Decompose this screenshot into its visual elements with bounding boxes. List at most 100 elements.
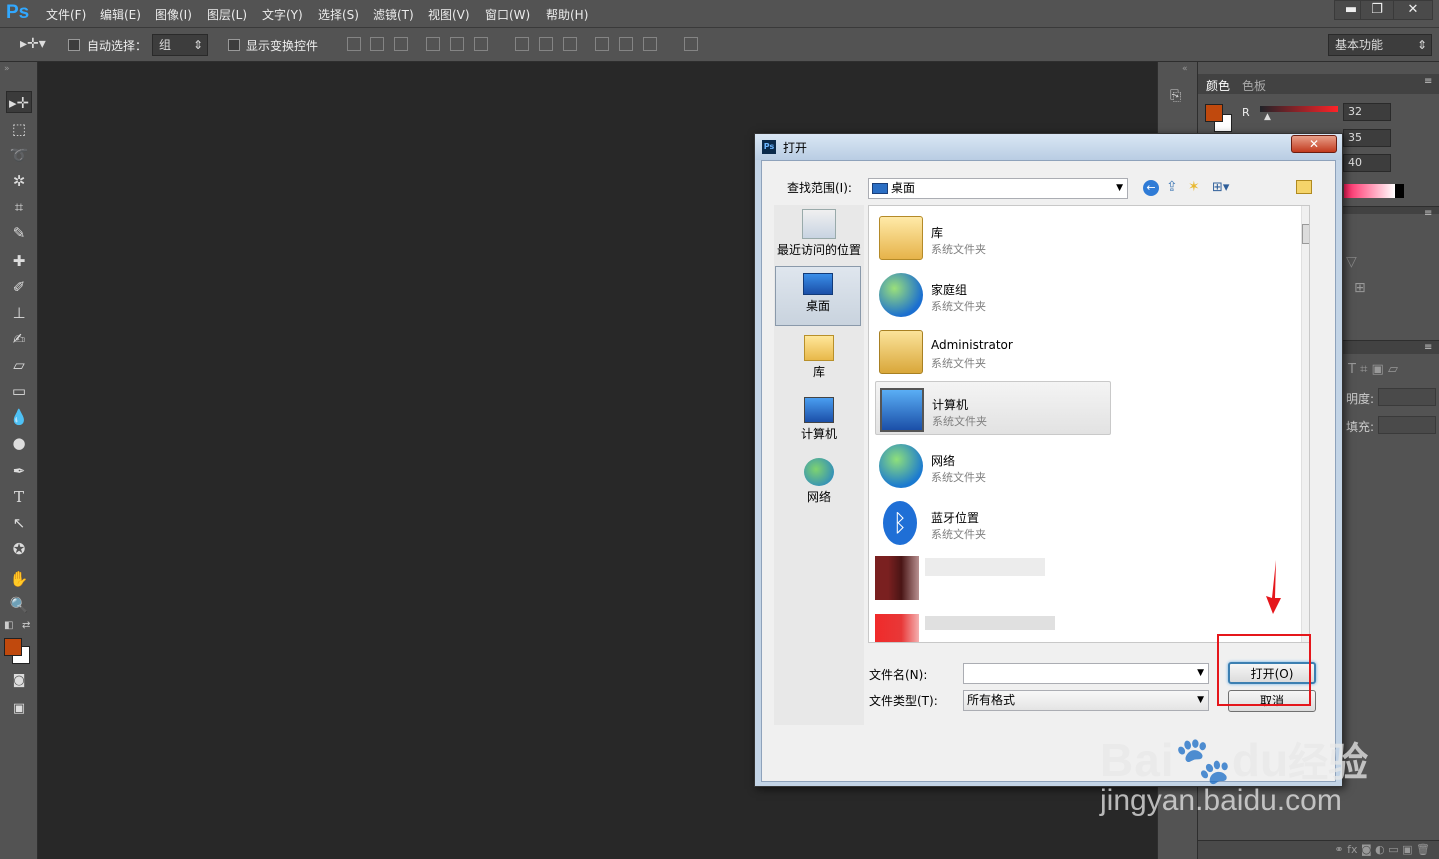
blurred-thumbnail[interactable] [875, 614, 919, 642]
new-folder-icon[interactable]: ✶ [1188, 179, 1200, 195]
panel-menu-icon[interactable]: ≡ [1424, 208, 1432, 219]
swap-colors-icon[interactable]: ⇄ [22, 620, 30, 631]
distribute-bottom-icon[interactable] [563, 37, 577, 51]
menu-image[interactable]: 图像(I) [155, 6, 192, 23]
blur-tool-icon[interactable]: 💧 [6, 406, 32, 428]
zoom-tool-icon[interactable]: 🔍 [6, 594, 32, 616]
auto-select-checkbox[interactable] [68, 39, 80, 51]
menu-window[interactable]: 窗口(W) [485, 6, 530, 23]
gradient-tool-icon[interactable]: ▭ [6, 380, 32, 402]
auto-select-dropdown[interactable]: 组 ⇕ [152, 34, 208, 56]
eyedropper-tool-icon[interactable]: ✎ [6, 222, 32, 244]
opacity-field[interactable] [1378, 388, 1436, 406]
place-network[interactable]: 网络 [776, 458, 862, 505]
scrollbar-thumb[interactable] [1302, 224, 1309, 244]
dodge-tool-icon[interactable]: ● [6, 432, 32, 454]
menu-filter[interactable]: 滤镜(T) [373, 6, 414, 23]
color-ramp[interactable] [1344, 184, 1404, 198]
menu-layer[interactable]: 图层(L) [207, 6, 247, 23]
align-bottom-icon[interactable] [394, 37, 408, 51]
marquee-tool-icon[interactable]: ⬚ [6, 118, 32, 140]
align-vcenter-icon[interactable] [370, 37, 384, 51]
list-item[interactable]: Administrator 系统文件夹 [875, 324, 1111, 378]
place-desktop[interactable]: 桌面 [775, 266, 861, 326]
blurred-thumbnail[interactable] [875, 556, 919, 600]
place-library[interactable]: 库 [776, 335, 862, 380]
tab-color[interactable]: 颜色 [1206, 77, 1230, 94]
restore-button[interactable]: ❐ [1360, 0, 1394, 20]
align-top-icon[interactable] [347, 37, 361, 51]
auto-align-icon[interactable] [684, 37, 698, 51]
menu-type[interactable]: 文字(Y) [262, 6, 303, 23]
vertical-scrollbar[interactable] [1301, 206, 1309, 642]
list-item-selected[interactable]: 计算机 系统文件夹 [875, 381, 1111, 435]
move-tool-preset-icon[interactable]: ▸✛▾ [20, 36, 46, 52]
eraser-tool-icon[interactable]: ▱ [6, 354, 32, 376]
close-button[interactable]: ✕ [1393, 0, 1433, 20]
distribute-hcenter-icon[interactable] [619, 37, 633, 51]
lasso-tool-icon[interactable]: ➰ [6, 144, 32, 166]
align-left-icon[interactable] [426, 37, 440, 51]
menu-select[interactable]: 选择(S) [318, 6, 359, 23]
collapse-icon[interactable]: » [4, 64, 10, 74]
filetype-dropdown[interactable]: 所有格式 ▼ [963, 690, 1209, 711]
clone-stamp-tool-icon[interactable]: ⊥ [6, 302, 32, 324]
history-brush-tool-icon[interactable]: ✍ [6, 328, 32, 350]
place-computer[interactable]: 计算机 [776, 397, 862, 442]
collapse-icon[interactable]: « [1182, 64, 1188, 74]
list-item[interactable]: ᛒ 蓝牙位置 系统文件夹 [875, 495, 1111, 549]
panel-menu-icon[interactable]: ≡ [1424, 342, 1432, 353]
g-value-field[interactable]: 35 [1343, 129, 1391, 147]
grid-icon[interactable]: ⊞ [1354, 280, 1366, 296]
place-recent[interactable]: 最近访问的位置 [776, 209, 862, 258]
default-colors-icon[interactable]: ◧ [4, 620, 13, 631]
list-item[interactable]: 库 系统文件夹 [875, 210, 1111, 264]
lookin-dropdown[interactable]: 桌面 ▼ [868, 178, 1128, 199]
workspace-dropdown[interactable]: 基本功能 ⇕ [1328, 34, 1432, 56]
desktop-folder-icon[interactable] [1296, 180, 1312, 194]
pen-tool-icon[interactable]: ✒ [6, 460, 32, 482]
magic-wand-tool-icon[interactable]: ✲ [6, 170, 32, 192]
fill-field[interactable] [1378, 416, 1436, 434]
shape-tool-icon[interactable]: ✪ [6, 538, 32, 560]
r-slider-thumb[interactable]: ▲ [1264, 112, 1271, 122]
tab-swatches[interactable]: 色板 [1242, 77, 1266, 94]
distribute-top-icon[interactable] [515, 37, 529, 51]
move-tool-icon[interactable]: ▸✛ [6, 91, 32, 113]
layers-footer-icons[interactable]: ⚭ fx ◙ ◐ ▭ ▣ 🗑 [1198, 840, 1439, 859]
menu-view[interactable]: 视图(V) [428, 6, 470, 23]
path-selection-tool-icon[interactable]: ↖ [6, 512, 32, 534]
foreground-color-swatch[interactable] [4, 638, 22, 656]
up-folder-icon[interactable]: ⇪ [1166, 179, 1178, 195]
crop-tool-icon[interactable]: ⌗ [6, 196, 32, 218]
distribute-left-icon[interactable] [595, 37, 609, 51]
dialog-close-button[interactable]: ✕ [1291, 135, 1337, 153]
align-right-icon[interactable] [474, 37, 488, 51]
history-panel-icon[interactable]: ⎘ [1170, 88, 1188, 106]
healing-brush-tool-icon[interactable]: ✚ [6, 250, 32, 272]
r-slider-track[interactable] [1260, 106, 1338, 112]
distribute-vcenter-icon[interactable] [539, 37, 553, 51]
layer-filter-icons[interactable]: T ⌗ ▣ ▱ [1348, 362, 1398, 377]
r-value-field[interactable]: 32 [1343, 103, 1391, 121]
type-tool-icon[interactable]: T [6, 486, 32, 508]
filename-input[interactable]: ▼ [963, 663, 1209, 684]
distribute-right-icon[interactable] [643, 37, 657, 51]
screen-mode-icon[interactable]: ▣ [6, 698, 32, 720]
show-transform-checkbox[interactable] [228, 39, 240, 51]
view-menu-icon[interactable]: ⊞▾ [1212, 180, 1229, 195]
list-item[interactable]: 网络 系统文件夹 [875, 438, 1111, 492]
hand-tool-icon[interactable]: ✋ [6, 568, 32, 590]
panel-menu-icon[interactable]: ≡ [1424, 76, 1432, 87]
align-hcenter-icon[interactable] [450, 37, 464, 51]
quick-mask-icon[interactable]: ◙ [6, 670, 32, 692]
b-value-field[interactable]: 40 [1343, 154, 1391, 172]
list-item[interactable]: 家庭组 系统文件夹 [875, 267, 1111, 321]
adjustment-icon[interactable]: ▽ [1346, 254, 1357, 270]
panel-foreground-swatch[interactable] [1205, 104, 1223, 122]
menu-help[interactable]: 帮助(H) [546, 6, 588, 23]
menu-edit[interactable]: 编辑(E) [100, 6, 141, 23]
brush-tool-icon[interactable]: ✐ [6, 276, 32, 298]
menu-file[interactable]: 文件(F) [46, 6, 86, 23]
back-icon[interactable]: ← [1143, 180, 1159, 196]
